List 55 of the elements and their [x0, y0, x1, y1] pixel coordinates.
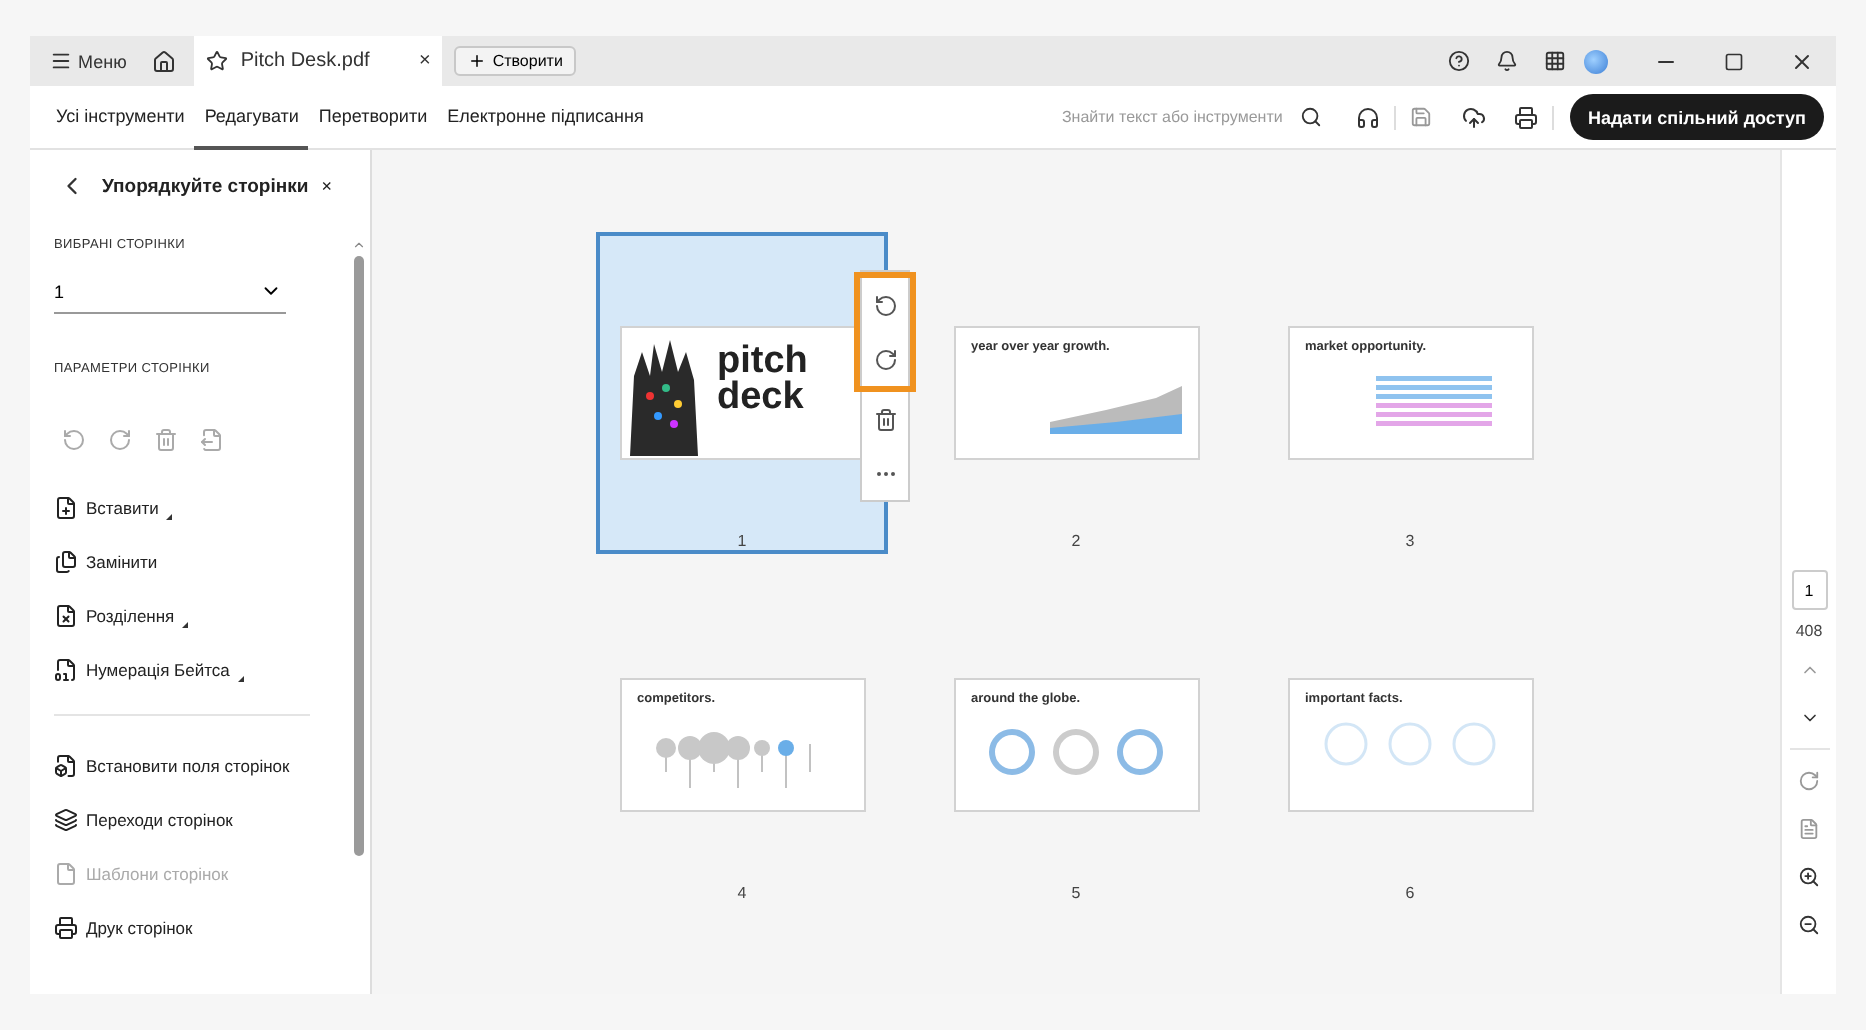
rotate-right-icon[interactable]: [873, 347, 897, 371]
trash-icon[interactable]: [873, 407, 897, 431]
toolbar-tab[interactable]: Електронне підписання: [437, 85, 654, 149]
panel-menu-item[interactable]: Замінити: [54, 534, 332, 588]
plus-icon: [468, 52, 487, 70]
scrollbar-thumb[interactable]: [354, 256, 364, 856]
page-count: 408: [1795, 622, 1823, 640]
menu-item-label: Нумерація Бейтса: [86, 659, 230, 679]
toolbar-tab[interactable]: Редагувати: [194, 85, 309, 149]
menu-item-label: Встановити поля сторінок: [86, 755, 290, 775]
files-icon: [54, 549, 78, 573]
file-box-icon: [54, 753, 78, 777]
printer-icon: [54, 915, 78, 939]
slide-title: pitch deck: [717, 344, 810, 417]
page-thumbnail[interactable]: pitch deck: [619, 326, 865, 460]
layers-icon: [54, 807, 78, 831]
menu-item-label: Друк сторінок: [86, 917, 193, 937]
menu-item-label: Переходи сторінок: [86, 809, 233, 829]
toolbar-tab[interactable]: Перетворити: [308, 85, 438, 149]
menu-item-label: Замінити: [86, 551, 158, 571]
panel-menu-item[interactable]: Розділення: [54, 588, 332, 642]
page-number: 6: [1405, 884, 1415, 902]
scroll-up-icon[interactable]: [352, 238, 366, 252]
menu-icon: [50, 50, 72, 72]
document-tab[interactable]: Pitch Desk.pdf ×: [194, 36, 443, 86]
panel-title: Упорядкуйте сторінки: [102, 175, 310, 197]
panel-menu-item[interactable]: Вставити: [54, 480, 332, 534]
file-number-icon: [54, 657, 78, 681]
page-number: 4: [737, 884, 747, 902]
close-panel-button[interactable]: ×: [321, 176, 332, 196]
file-x-icon: [54, 603, 78, 627]
panel-menu-item[interactable]: Переходи сторінок: [54, 792, 332, 846]
rotate-left-icon[interactable]: [873, 293, 897, 317]
page-number: 2: [1071, 532, 1081, 550]
file-icon: [54, 861, 78, 885]
menu-item-label: Розділення: [86, 605, 175, 625]
create-button[interactable]: Створити: [454, 46, 577, 76]
panel-menu-item[interactable]: Нумерація Бейтса: [54, 642, 332, 696]
toolbar-tab[interactable]: Усі інструменти: [46, 85, 195, 149]
menu-item-label: Шаблони сторінок: [86, 863, 229, 883]
file-plus-icon: [54, 495, 78, 519]
page-number-field[interactable]: 1: [1791, 570, 1827, 610]
menu-item-label: Вставити: [86, 497, 159, 517]
page-select[interactable]: 1: [54, 280, 286, 314]
search-field[interactable]: Знайти текст або інструменти: [1057, 106, 1294, 128]
page-number: 3: [1405, 532, 1415, 550]
close-tab-button[interactable]: ×: [418, 50, 431, 72]
page-number: 1: [737, 532, 747, 550]
page-number: 5: [1071, 884, 1081, 902]
share-button[interactable]: Надати спільний доступ: [1569, 94, 1824, 140]
menu-button[interactable]: Меню: [42, 41, 135, 81]
star-icon[interactable]: [206, 50, 229, 72]
panel-menu-item[interactable]: Встановити поля сторінок: [54, 738, 332, 792]
tab-title: Pitch Desk.pdf: [240, 50, 372, 72]
panel-menu-item[interactable]: Друк сторінок: [54, 900, 332, 954]
